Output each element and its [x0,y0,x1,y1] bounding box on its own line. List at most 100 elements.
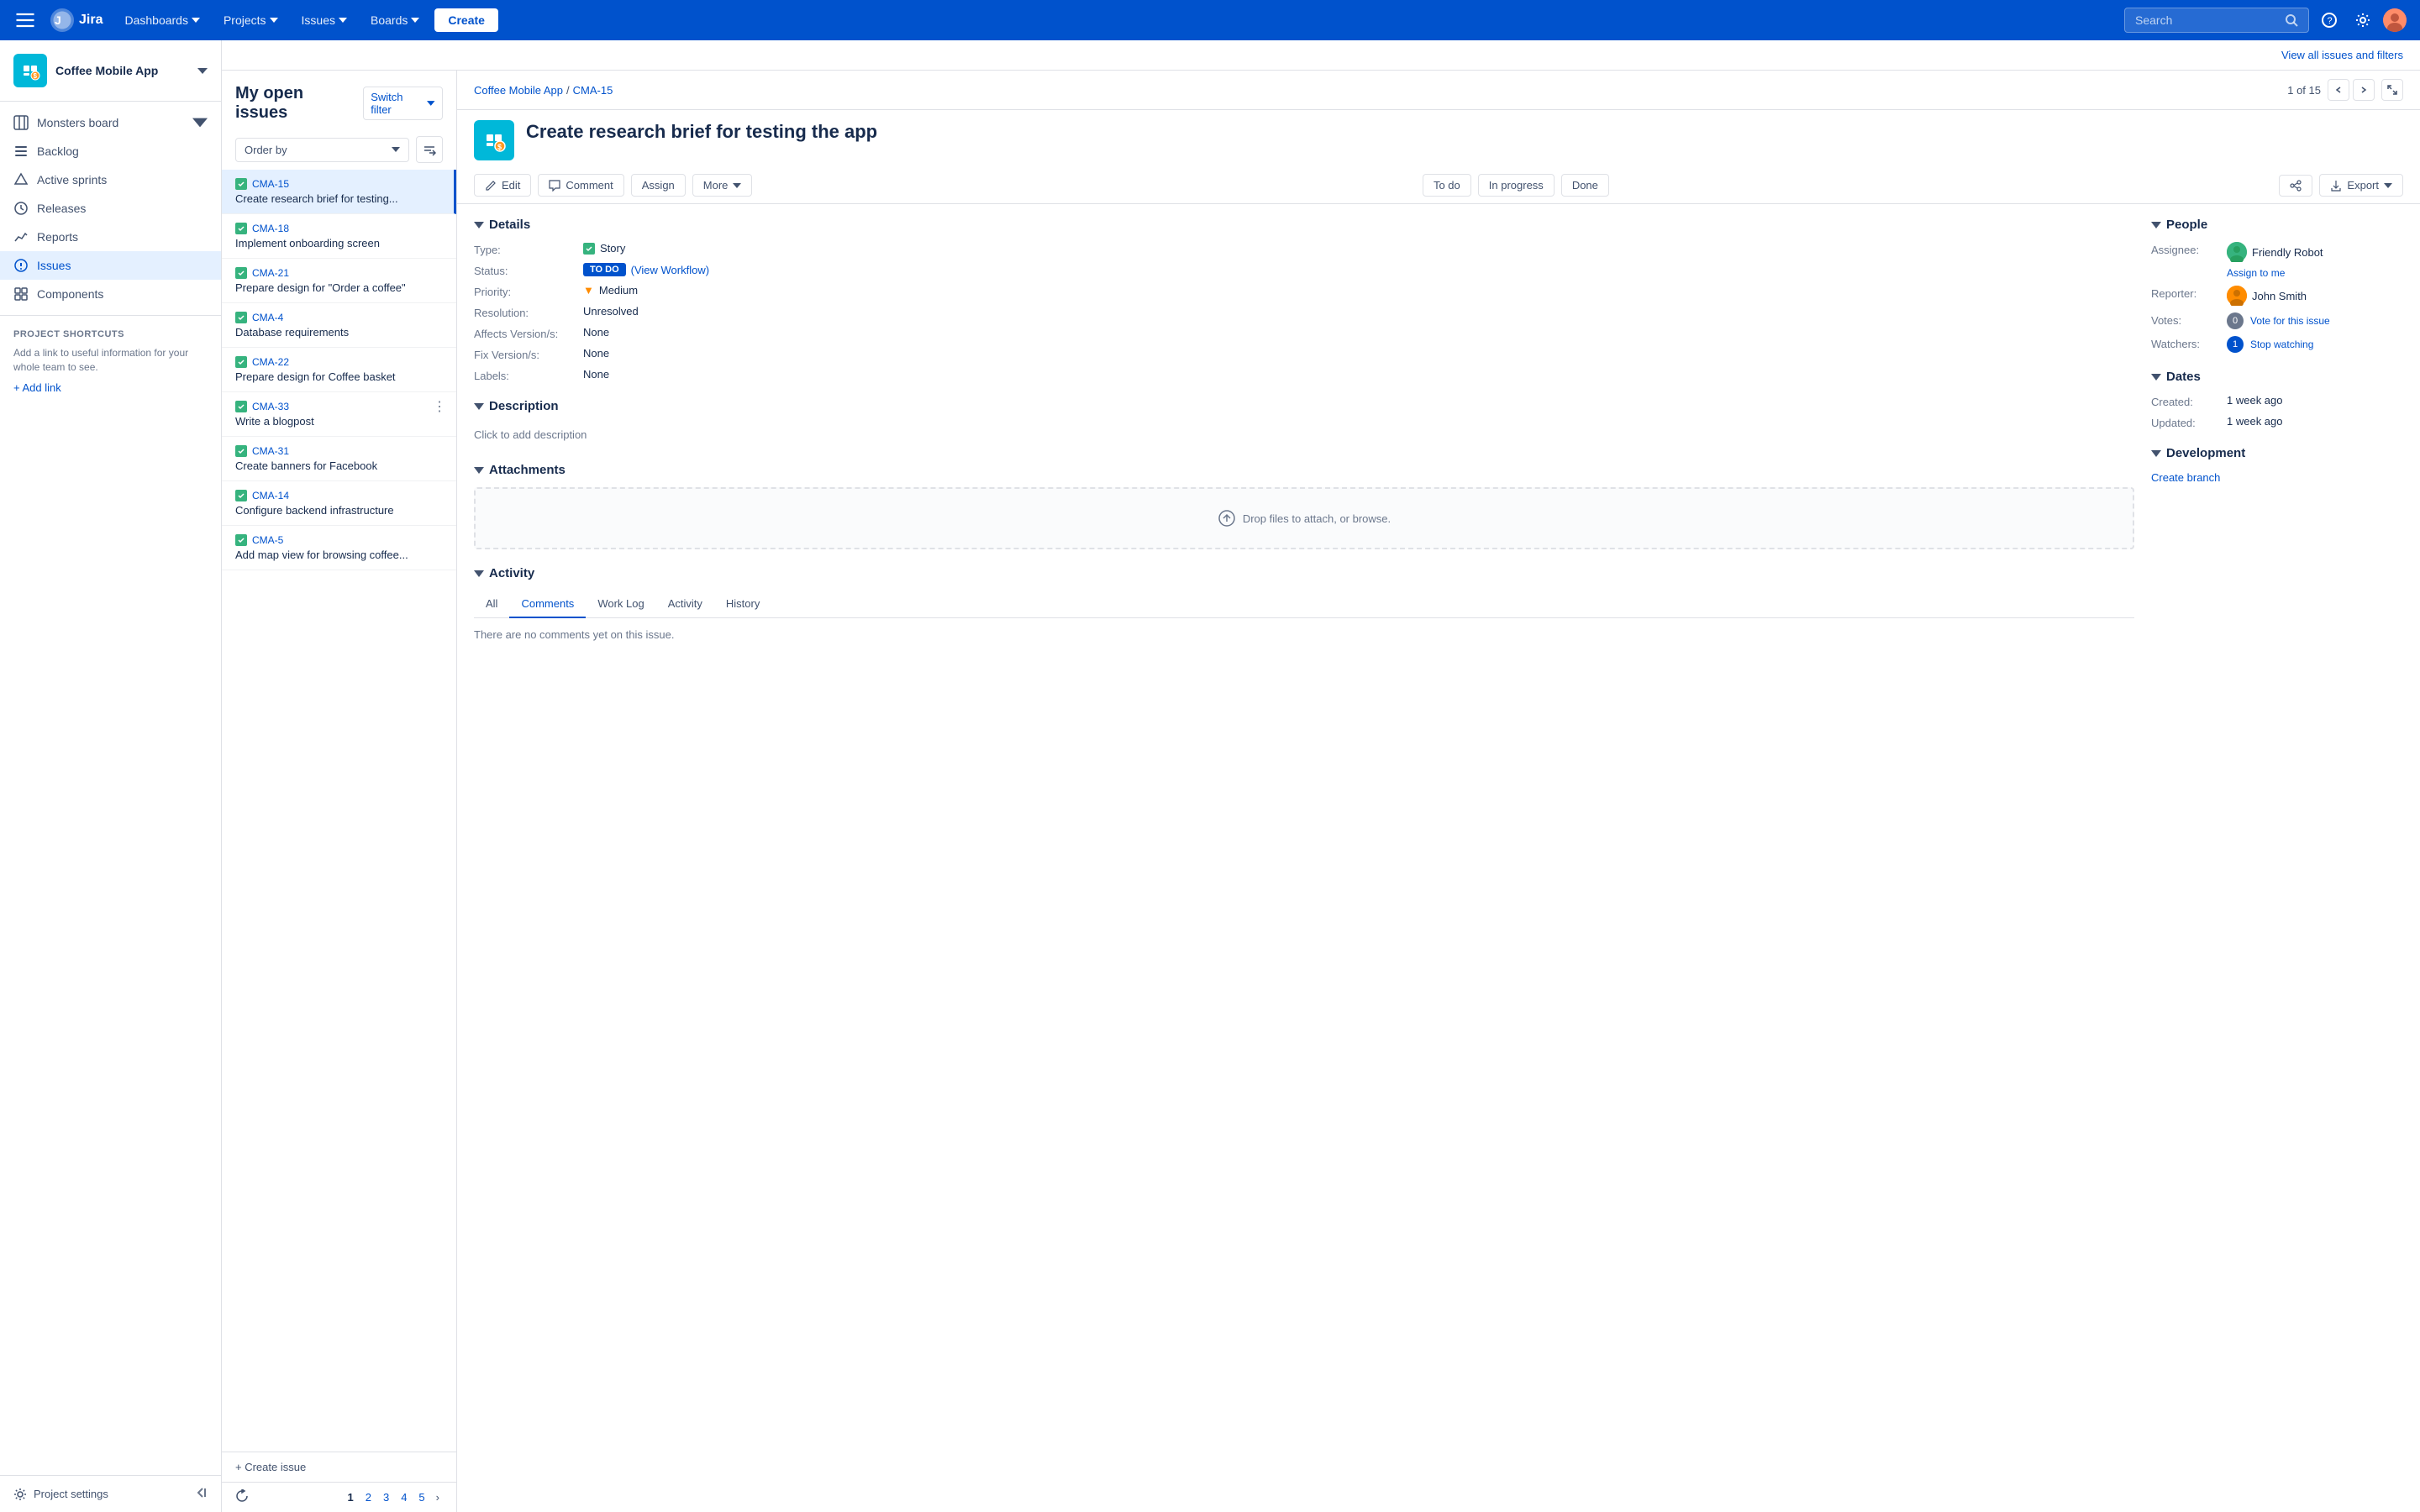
projects-menu[interactable]: Projects [215,8,287,32]
issue-title: Write a blogpost [235,415,443,428]
issue-item[interactable]: CMA-4 Database requirements [222,303,456,348]
more-button[interactable]: More [692,174,753,197]
resolution-label: Resolution: [474,305,583,319]
page-2[interactable]: 2 [361,1489,376,1505]
details-section-header[interactable]: Details [474,218,2134,232]
description-section-header[interactable]: Description [474,399,2134,413]
todo-button[interactable]: To do [1423,174,1471,197]
stop-watching-link[interactable]: Stop watching [2250,339,2313,350]
issue-id: CMA-15 [235,178,440,190]
activity-section-header[interactable]: Activity [474,566,2134,580]
dates-section-header[interactable]: Dates [2151,370,2403,384]
create-issue-button[interactable]: + Create issue [235,1461,306,1473]
assign-button[interactable]: Assign [631,174,686,197]
page-3[interactable]: 3 [379,1489,393,1505]
issue-id: CMA-5 [235,534,443,546]
page-4[interactable]: 4 [397,1489,411,1505]
development-section-header[interactable]: Development [2151,446,2403,460]
sprint-icon [13,172,29,187]
drop-zone[interactable]: Drop files to attach, or browse. [474,487,2134,549]
view-workflow-link[interactable]: (View Workflow) [631,264,709,276]
reports-icon [13,229,29,244]
sidebar-item-issues[interactable]: Issues [0,251,221,280]
sidebar-item-active-sprints[interactable]: Active sprints [0,165,221,194]
affects-version-field: Affects Version/s: None [474,326,2134,340]
breadcrumb-project[interactable]: Coffee Mobile App [474,84,563,97]
tab-all[interactable]: All [474,591,509,618]
issue-type-icon [235,356,247,368]
tab-comments[interactable]: Comments [509,591,586,618]
view-all-link[interactable]: View all issues and filters [2281,49,2403,61]
next-issue-button[interactable] [2353,79,2375,101]
issue-item[interactable]: CMA-22 Prepare design for Coffee basket [222,348,456,392]
export-button[interactable]: Export [2319,174,2403,197]
sidebar-item-backlog[interactable]: Backlog [0,137,221,165]
hamburger-icon[interactable] [13,8,37,32]
switch-filter-button[interactable]: Switch filter [363,87,443,120]
issue-item[interactable]: CMA-18 Implement onboarding screen [222,214,456,259]
vote-link[interactable]: Vote for this issue [2250,315,2330,327]
sidebar-item-label: Monsters board [37,116,118,129]
create-button[interactable]: Create [434,8,498,32]
edit-button[interactable]: Edit [474,174,531,197]
next-page-button[interactable]: › [433,1489,443,1505]
breadcrumb-issue[interactable]: CMA-15 [573,84,613,97]
add-link-button[interactable]: + Add link [13,381,208,394]
people-section-header[interactable]: People [2151,218,2403,232]
expand-issue-button[interactable] [2381,79,2403,101]
sidebar-item-monsters-board[interactable]: Monsters board [0,108,221,137]
assignee-label: Assignee: [2151,242,2227,256]
jira-label: Jira [79,13,103,28]
assign-to-me-link[interactable]: Assign to me [2227,267,2285,279]
tab-activity[interactable]: Activity [656,591,714,618]
type-field: Type: Story [474,242,2134,256]
reporter-value: John Smith [2227,286,2307,306]
watchers-label: Watchers: [2151,336,2227,350]
project-chevron-icon[interactable] [197,66,208,76]
comment-button[interactable]: Comment [538,174,623,197]
project-settings-button[interactable]: Project settings [13,1488,108,1501]
share-button[interactable] [2279,175,2312,197]
refresh-button[interactable] [235,1489,249,1505]
description-chevron-icon [474,403,484,410]
sidebar-item-releases[interactable]: Releases [0,194,221,223]
issues-menu[interactable]: Issues [293,8,355,32]
issue-item[interactable]: CMA-31 Create banners for Facebook [222,437,456,481]
create-branch-link[interactable]: Create branch [2151,471,2220,484]
page-1[interactable]: 1 [343,1489,357,1505]
attachments-section-header[interactable]: Attachments [474,463,2134,477]
sort-direction-button[interactable] [416,136,443,163]
user-avatar[interactable] [2383,8,2407,32]
search-input[interactable]: Search [2124,8,2309,33]
tab-history[interactable]: History [714,591,771,618]
issue-item[interactable]: CMA-21 Prepare design for "Order a coffe… [222,259,456,303]
settings-icon[interactable] [2349,7,2376,34]
description-field[interactable]: Click to add description [474,423,2134,446]
jira-logo[interactable]: J Jira [50,8,103,32]
dates-chevron-icon [2151,374,2161,381]
tab-worklog[interactable]: Work Log [586,591,655,618]
collapse-sidebar-button[interactable] [194,1486,208,1502]
help-icon[interactable]: ? [2316,7,2343,34]
watchers-count: 1 [2227,336,2244,353]
reporter-label: Reporter: [2151,286,2227,300]
boards-menu[interactable]: Boards [362,8,428,32]
issue-item[interactable]: CMA-5 Add map view for browsing coffee..… [222,526,456,570]
prev-issue-button[interactable] [2328,79,2349,101]
done-button[interactable]: Done [1561,174,1609,197]
dashboards-menu[interactable]: Dashboards [116,8,208,32]
detail-project-icon: $ [474,120,514,160]
issue-item[interactable]: CMA-33 ⋮ Write a blogpost [222,392,456,437]
in-progress-button[interactable]: In progress [1478,174,1555,197]
page-5[interactable]: 5 [414,1489,429,1505]
main-content: View all issues and filters My open issu… [222,40,2420,1512]
issue-id: CMA-18 [235,223,443,234]
order-by-select[interactable]: Order by [235,138,409,162]
board-icon [13,115,29,130]
labels-field: Labels: None [474,368,2134,382]
sidebar-item-components[interactable]: Components [0,280,221,308]
issue-more-icon[interactable]: ⋮ [433,401,446,414]
issue-item[interactable]: CMA-14 Configure backend infrastructure [222,481,456,526]
issue-item[interactable]: CMA-15 Create research brief for testing… [222,170,456,214]
sidebar-item-reports[interactable]: Reports [0,223,221,251]
